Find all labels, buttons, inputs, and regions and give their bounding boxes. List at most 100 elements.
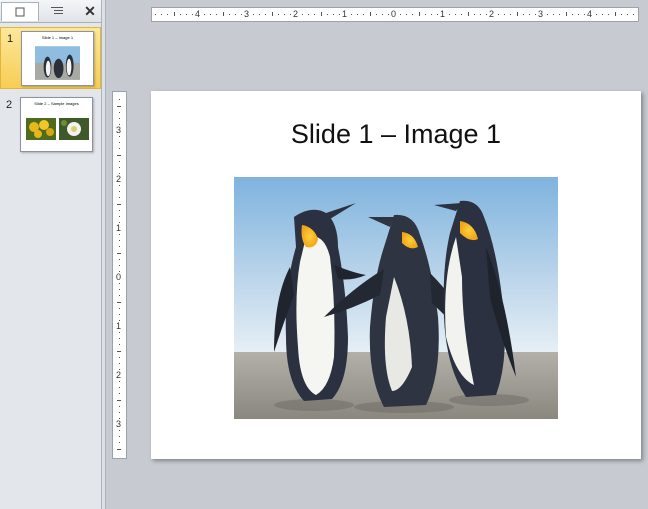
ruler-tick [357,13,359,15]
ruler-tick [117,203,121,205]
slide-thumbnail-1[interactable]: 1 Slide 1 – Image 1 [0,27,101,89]
ruler-tick [485,13,487,15]
ruler-tick [240,13,242,15]
slide-number: 2 [6,99,13,111]
pane-splitter[interactable] [101,0,106,509]
ruler-label: 3 [116,419,122,429]
ruler-tick [504,13,506,15]
ruler-tick [118,166,120,168]
ruler-tick [583,13,585,15]
ruler-tick [118,405,120,407]
ruler-tick [118,411,120,413]
ruler-tick [314,13,316,15]
ruler-tick [118,209,120,211]
ruler-tick [118,344,120,346]
slide-title[interactable]: Slide 1 – Image 1 [151,119,641,150]
ruler-tick [455,13,457,15]
ruler-tick [118,136,120,138]
ruler-tick [626,13,628,15]
close-icon: ✕ [84,2,96,19]
tab-outline[interactable] [39,2,75,20]
ruler-tick [608,13,610,15]
ruler-tick [118,185,120,187]
ruler-label: 2 [116,174,122,184]
ruler-tick [167,13,169,15]
close-pane-button[interactable]: ✕ [80,2,100,20]
ruler-tick [118,215,120,217]
penguins-photo [234,177,558,419]
ruler-label: 4 [195,9,201,19]
ruler-tick [161,13,163,15]
ruler-tick [406,13,408,15]
ruler-label: 1 [116,223,122,233]
slides-tab-icon [15,7,25,17]
slide-thumbnail-2[interactable]: 2 Slide 2 – Sample Images [0,94,101,154]
ruler-tick [118,111,120,113]
ruler-tick [369,12,371,16]
ruler-label: 1 [440,9,446,19]
ruler-tick [118,148,120,150]
ruler-tick [216,13,218,15]
ruler-tick [265,13,267,15]
ruler-tick [118,307,120,309]
ruler-tick [338,13,340,15]
ruler-label: 3 [538,9,544,19]
ruler-tick [118,99,120,101]
ruler-label: 0 [391,9,397,19]
ruler-tick [234,13,236,15]
slides-pane: ✕ 1 Slide 1 – Image 1 2 Slide 2 – Sample… [0,0,101,509]
ruler-tick [412,13,414,15]
ruler-tick [424,13,426,15]
penguins-thumbnail-image [35,46,80,80]
ruler-tick [283,13,285,15]
ruler-tick [516,12,518,16]
ruler-tick [118,234,120,236]
ruler-label: 4 [587,9,593,19]
ruler-tick [118,117,120,119]
ruler-tick [375,13,377,15]
ruler-tick [596,13,598,15]
slide-number: 1 [7,33,14,45]
ruler-tick [118,191,120,193]
ruler-tick [302,13,304,15]
ruler-tick [400,13,402,15]
ruler-tick [118,387,120,389]
ruler-tick [547,13,549,15]
ruler-tick [179,13,181,15]
penguins-image[interactable] [234,177,558,419]
ruler-tick [118,338,120,340]
ruler-tick [118,393,120,395]
ruler-tick [289,13,291,15]
ruler-tick [308,13,310,15]
ruler-tick [253,13,255,15]
ruler-label: 1 [116,321,122,331]
ruler-tick [449,13,451,15]
ruler-tick [118,289,120,291]
ruler-label: 3 [116,125,122,135]
ruler-tick [117,301,121,303]
ruler-tick [436,13,438,15]
slide-canvas[interactable]: Slide 1 – Image 1 [151,91,641,459]
ruler-tick [259,13,261,15]
ruler-tick [204,13,206,15]
ruler-label: 0 [116,272,122,282]
ruler-tick [117,350,121,352]
ruler-tick [387,13,389,15]
ruler-tick [155,13,157,15]
tab-slides[interactable] [1,2,39,21]
white-flower-thumbnail-image [59,118,89,140]
ruler-tick [614,12,616,16]
ruler-tick [118,283,120,285]
ruler-tick [210,13,212,15]
ruler-tick [222,12,224,16]
ruler-tick [118,430,120,432]
ruler-tick [277,13,279,15]
ruler-tick [510,13,512,15]
ruler-tick [191,13,193,15]
ruler-tick [118,258,120,260]
ruler-tick [326,13,328,15]
ruler-tick [559,13,561,15]
ruler-tick [620,13,622,15]
ruler-tick [117,252,121,254]
ruler-tick [473,13,475,15]
